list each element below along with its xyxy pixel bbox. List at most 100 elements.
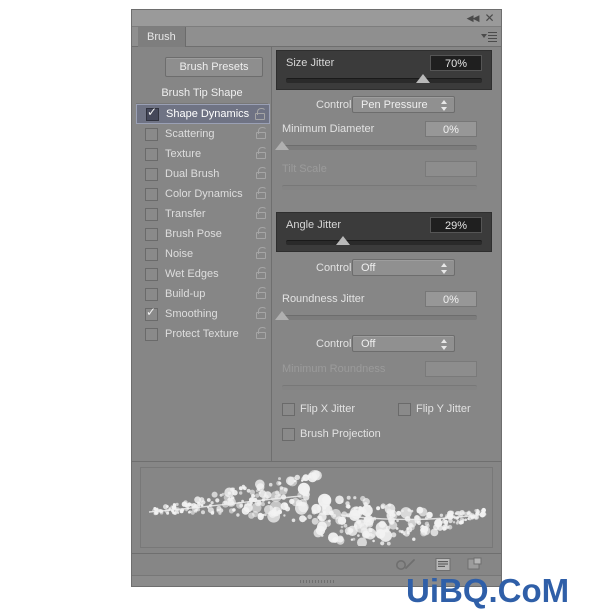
angle-control-row: Control: Off <box>273 258 501 278</box>
panel-menu-icon[interactable] <box>481 30 497 43</box>
sidebar-item-build-up[interactable]: Build-up <box>136 284 270 304</box>
roundness-jitter-row: Roundness Jitter 0% <box>273 289 501 309</box>
sidebar-item-label: Brush Pose <box>165 228 222 240</box>
angle-jitter-value[interactable]: 29% <box>430 217 482 233</box>
sidebar-item-noise[interactable]: Noise <box>136 244 270 264</box>
size-control-select[interactable]: Pen Pressure <box>352 96 455 113</box>
lock-icon[interactable] <box>256 207 267 220</box>
brush-projection-checkbox[interactable] <box>282 428 295 441</box>
sidebar-item-brush-tip-shape[interactable]: Brush Tip Shape <box>136 83 268 104</box>
sidebar-item-label: Smoothing <box>165 308 218 320</box>
lock-icon[interactable] <box>256 187 267 200</box>
sidebar-item-wet-edges[interactable]: Wet Edges <box>136 264 270 284</box>
panel-titlebar: ◀◀ ✕ <box>132 10 501 27</box>
flip-x-jitter-label: Flip X Jitter <box>300 403 356 415</box>
roundness-control-label: Control: <box>316 338 355 350</box>
flip-x-jitter-checkbox[interactable] <box>282 403 295 416</box>
spinner-icon[interactable] <box>441 100 448 111</box>
brush-stroke-graphic <box>148 470 487 546</box>
panel-tabstrip: Brush <box>132 27 501 47</box>
minimum-diameter-value[interactable]: 0% <box>425 121 477 137</box>
spinner-icon[interactable] <box>441 263 448 274</box>
panel-body: Brush Presets Brush Tip Shape Shape Dyna… <box>132 47 501 586</box>
sidebar-item-protect-texture[interactable]: Protect Texture <box>136 324 270 344</box>
dynamics-checkbox[interactable] <box>145 287 158 301</box>
dynamics-list: Shape Dynamics Scattering Texture Dual Brus… <box>136 104 270 344</box>
minimum-diameter-slider[interactable] <box>275 141 477 150</box>
minimum-diameter-slider-handle[interactable] <box>275 141 289 150</box>
angle-jitter-slider[interactable] <box>286 236 482 245</box>
lock-icon[interactable] <box>256 127 267 140</box>
tab-brush[interactable]: Brush <box>138 27 186 47</box>
tilt-scale-slider <box>282 185 477 190</box>
sidebar-item-smoothing[interactable]: Smoothing <box>136 304 270 324</box>
dynamics-checkbox[interactable] <box>145 305 158 321</box>
roundness-control-select[interactable]: Off <box>352 335 455 352</box>
dynamics-checkbox[interactable] <box>145 187 158 201</box>
dynamics-checkbox[interactable] <box>145 127 158 141</box>
brush-toggle-icon[interactable] <box>395 557 417 572</box>
lock-icon[interactable] <box>256 167 267 180</box>
lock-icon[interactable] <box>256 227 267 240</box>
roundness-jitter-slider-handle[interactable] <box>275 311 289 320</box>
sidebar-item-transfer[interactable]: Transfer <box>136 204 270 224</box>
sidebar-item-brush-pose[interactable]: Brush Pose <box>136 224 270 244</box>
lock-icon[interactable] <box>256 307 267 320</box>
new-brush-preset-icon[interactable] <box>435 557 451 572</box>
dynamics-checkbox[interactable] <box>145 267 158 281</box>
lock-icon[interactable] <box>256 147 267 160</box>
roundness-jitter-slider[interactable] <box>275 311 477 320</box>
minimum-roundness-value <box>425 361 477 377</box>
minimum-roundness-slider <box>282 385 477 390</box>
angle-control-select[interactable]: Off <box>352 259 455 276</box>
sidebar-item-label: Texture <box>165 148 202 160</box>
size-jitter-value[interactable]: 70% <box>430 55 482 71</box>
dynamics-checkbox[interactable] <box>145 247 158 261</box>
dynamics-checkbox[interactable] <box>145 167 158 181</box>
sidebar-item-dual-brush[interactable]: Dual Brush <box>136 164 270 184</box>
close-icon[interactable]: ✕ <box>483 12 496 25</box>
minimum-roundness-row: Minimum Roundness <box>273 359 501 379</box>
screenshot-root: ◀◀ ✕ Brush Brush Presets Brush Tip Shape… <box>0 0 600 613</box>
dynamics-checkbox[interactable] <box>145 207 158 221</box>
roundness-jitter-value[interactable]: 0% <box>425 291 477 307</box>
dynamics-checkbox[interactable] <box>145 327 158 341</box>
lock-icon[interactable] <box>255 108 266 121</box>
dynamics-checkbox[interactable] <box>145 227 158 241</box>
size-jitter-slider[interactable] <box>286 74 482 83</box>
sidebar-item-label: Color Dynamics <box>165 188 243 200</box>
sidebar-item-label: Build-up <box>165 288 206 300</box>
roundness-jitter-label: Roundness Jitter <box>282 293 365 305</box>
minimum-roundness-label: Minimum Roundness <box>282 363 386 375</box>
roundness-control-value: Off <box>361 338 376 350</box>
sidebar-item-texture[interactable]: Texture <box>136 144 270 164</box>
dynamics-checkbox[interactable] <box>146 105 159 121</box>
size-jitter-label: Size Jitter <box>286 57 335 69</box>
sidebar-item-color-dynamics[interactable]: Color Dynamics <box>136 184 270 204</box>
lock-icon[interactable] <box>256 247 267 260</box>
angle-jitter-slider-handle[interactable] <box>335 236 350 245</box>
sidebar-item-scattering[interactable]: Scattering <box>136 124 270 144</box>
brush-panel: ◀◀ ✕ Brush Brush Presets Brush Tip Shape… <box>131 9 502 587</box>
shape-dynamics-options: Size Jitter 70% Control: Pen Pressure Mi… <box>273 47 501 462</box>
lock-icon[interactable] <box>256 267 267 280</box>
flip-y-jitter-label: Flip Y Jitter <box>416 403 471 415</box>
collapse-to-icons-icon[interactable]: ◀◀ <box>466 12 480 25</box>
sidebar-item-label: Shape Dynamics <box>166 108 250 120</box>
dynamics-checkbox[interactable] <box>145 147 158 161</box>
sidebar-item-label: Scattering <box>165 128 215 140</box>
size-jitter-slider-handle[interactable] <box>416 74 431 83</box>
lock-icon[interactable] <box>256 287 267 300</box>
sidebar-item-shape-dynamics[interactable]: Shape Dynamics <box>136 104 270 124</box>
flip-y-jitter-checkbox[interactable] <box>398 403 411 416</box>
angle-jitter-block: Angle Jitter 29% <box>276 212 492 252</box>
lock-icon[interactable] <box>256 327 267 340</box>
spinner-icon[interactable] <box>441 339 448 350</box>
delete-brush-icon[interactable] <box>467 557 483 572</box>
sidebar-item-label: Transfer <box>165 208 206 220</box>
angle-jitter-label: Angle Jitter <box>286 219 342 231</box>
roundness-control-row: Control: Off <box>273 334 501 354</box>
size-jitter-block: Size Jitter 70% <box>276 50 492 90</box>
minimum-diameter-label: Minimum Diameter <box>282 123 375 135</box>
brush-presets-button[interactable]: Brush Presets <box>165 57 263 77</box>
